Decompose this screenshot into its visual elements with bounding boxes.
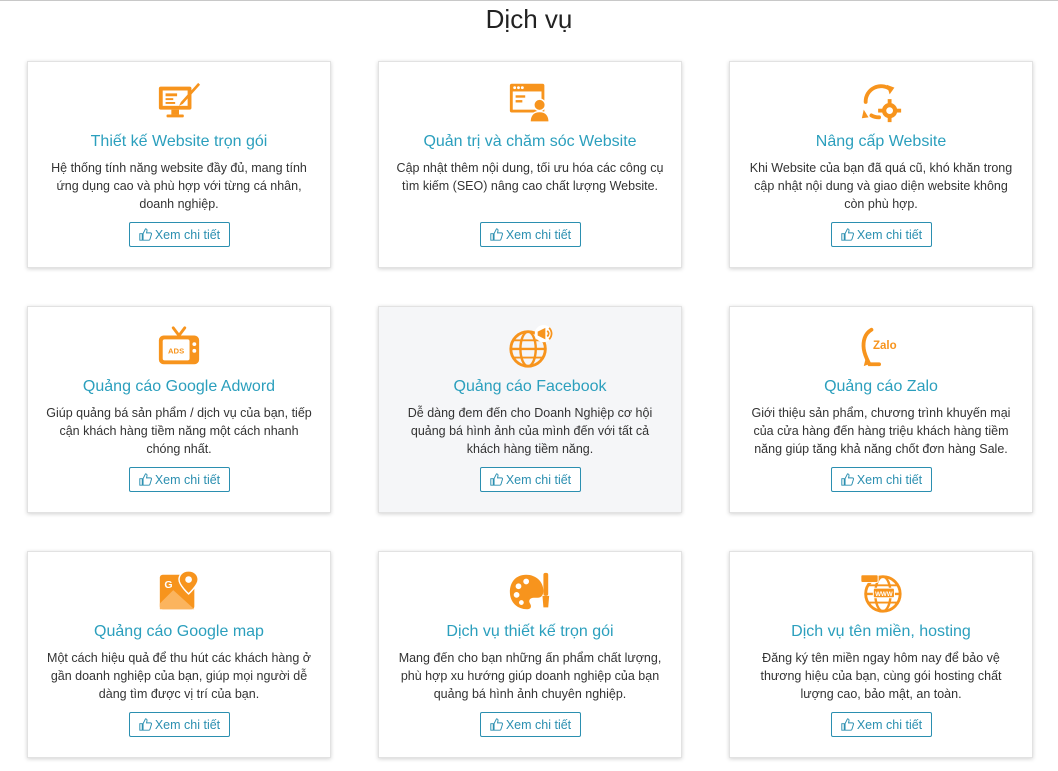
- view-detail-label: Xem chi tiết: [505, 717, 572, 732]
- service-title: Quảng cáo Zalo: [824, 378, 938, 395]
- service-description: Giúp quảng bá sản phẩm / dịch vụ của bạn…: [46, 406, 312, 456]
- svg-text:G: G: [164, 579, 172, 591]
- view-detail-label: Xem chi tiết: [154, 472, 221, 487]
- thumbs-up-icon: [841, 718, 854, 731]
- svg-text:ADS: ADS: [168, 347, 184, 356]
- view-detail-label: Xem chi tiết: [856, 717, 923, 732]
- service-description: Dễ dàng đem đến cho Doanh Nghiệp cơ hội …: [407, 406, 653, 456]
- view-detail-label: Xem chi tiết: [856, 472, 923, 487]
- service-description: Cập nhật thêm nội dung, tối ưu hóa các c…: [396, 161, 664, 193]
- website-admin-icon: [379, 80, 681, 124]
- service-title: Dịch vụ thiết kế trọn gói: [446, 623, 614, 640]
- ads-tv-icon: ADS: [28, 325, 330, 369]
- thumbs-up-icon: [841, 228, 854, 241]
- service-card-upgrade: Nâng cấp Website Khi Website của bạn đã …: [729, 61, 1033, 268]
- thumbs-up-icon: [490, 228, 503, 241]
- view-detail-button[interactable]: Xem chi tiết: [831, 467, 932, 492]
- view-detail-label: Xem chi tiết: [154, 717, 221, 732]
- service-title: Dịch vụ tên miền, hosting: [791, 623, 971, 640]
- zalo-icon: Zalo: [730, 325, 1032, 369]
- service-description: Mang đến cho bạn những ấn phẩm chất lượn…: [398, 651, 662, 701]
- service-description: Khi Website của bạn đã quá cũ, khó khăn …: [749, 161, 1013, 211]
- page-title: Dịch vụ: [485, 4, 573, 34]
- service-title: Quảng cáo Google map: [94, 623, 264, 640]
- view-detail-button[interactable]: Xem chi tiết: [831, 222, 932, 247]
- thumbs-up-icon: [139, 473, 152, 486]
- view-detail-button[interactable]: Xem chi tiết: [480, 467, 581, 492]
- service-card-facebook: Quảng cáo Facebook Dễ dàng đem đến cho D…: [378, 306, 682, 513]
- service-description: Đăng ký tên miền ngay hôm nay để bảo vệ …: [760, 651, 1002, 701]
- service-card-design-package: Dịch vụ thiết kế trọn gói Mang đến cho b…: [378, 551, 682, 758]
- view-detail-button[interactable]: Xem chi tiết: [129, 712, 230, 737]
- google-map-icon: G: [28, 570, 330, 614]
- view-detail-label: Xem chi tiết: [154, 227, 221, 242]
- palette-icon: [379, 570, 681, 614]
- upgrade-gear-icon: [730, 80, 1032, 124]
- website-design-icon: [28, 80, 330, 124]
- svg-text:Zalo: Zalo: [873, 340, 897, 352]
- thumbs-up-icon: [139, 228, 152, 241]
- thumbs-up-icon: [139, 718, 152, 731]
- view-detail-button[interactable]: Xem chi tiết: [480, 712, 581, 737]
- thumbs-up-icon: [490, 718, 503, 731]
- service-card-google-adword: ADS Quảng cáo Google Adword Giúp quảng b…: [27, 306, 331, 513]
- view-detail-button[interactable]: Xem chi tiết: [129, 467, 230, 492]
- service-title: Thiết kế Website trọn gói: [90, 133, 268, 150]
- service-description: Hệ thống tính năng website đầy đủ, mang …: [51, 161, 307, 211]
- service-description: Một cách hiệu quả để thu hút các khách h…: [47, 651, 311, 701]
- service-card-google-map: G Quảng cáo Google map Một cách hiệu quả…: [27, 551, 331, 758]
- service-card-website-admin: Quản trị và chăm sóc Website Cập nhật th…: [378, 61, 682, 268]
- view-detail-button[interactable]: Xem chi tiết: [831, 712, 932, 737]
- www-globe-icon: WWW: [730, 570, 1032, 614]
- service-title: Quảng cáo Facebook: [453, 378, 607, 395]
- thumbs-up-icon: [490, 473, 503, 486]
- view-detail-label: Xem chi tiết: [856, 227, 923, 242]
- view-detail-button[interactable]: Xem chi tiết: [480, 222, 581, 247]
- service-title: Quản trị và chăm sóc Website: [423, 133, 637, 150]
- view-detail-label: Xem chi tiết: [505, 472, 572, 487]
- service-title: Quảng cáo Google Adword: [82, 378, 276, 395]
- service-title: Nâng cấp Website: [815, 133, 947, 150]
- thumbs-up-icon: [841, 473, 854, 486]
- service-card-website-design: Thiết kế Website trọn gói Hệ thống tính …: [27, 61, 331, 268]
- service-card-zalo: Zalo Quảng cáo Zalo Giới thiệu sản phẩm,…: [729, 306, 1033, 513]
- service-description: Giới thiệu sản phẩm, chương trình khuyến…: [751, 406, 1011, 456]
- view-detail-label: Xem chi tiết: [505, 227, 572, 242]
- view-detail-button[interactable]: Xem chi tiết: [129, 222, 230, 247]
- svg-text:WWW: WWW: [875, 591, 893, 598]
- globe-megaphone-icon: [379, 324, 681, 369]
- service-card-domain-hosting: WWW Dịch vụ tên miền, hosting Đăng ký tê…: [729, 551, 1033, 758]
